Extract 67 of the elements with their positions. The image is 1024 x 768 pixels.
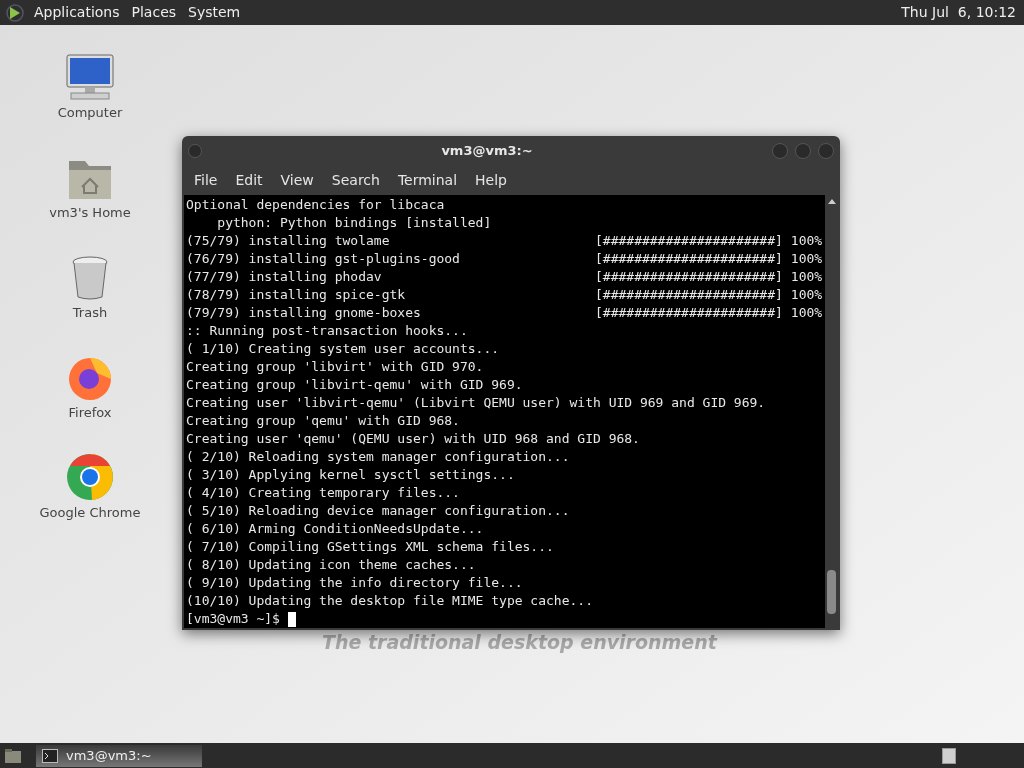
terminal-line: (78/79) installing spice-gtk xyxy=(186,286,407,304)
terminal-line: (10/10) Updating the desktop file MIME type cache... xyxy=(186,592,594,610)
panel-menu[interactable]: Places xyxy=(131,2,177,23)
terminal-line: python: Python bindings [installed] xyxy=(216,214,493,232)
terminal-line: Creating group 'libvirt-qemu' with GID 969. xyxy=(186,376,524,394)
terminal-line: Creating group 'qemu' with GID 968. xyxy=(186,412,461,430)
progress-percent: 100% xyxy=(790,286,823,304)
terminal-line: ( 7/10) Compiling GSettings XML schema files... xyxy=(186,538,555,556)
panel-menu[interactable]: Applications xyxy=(34,2,120,23)
menu-item[interactable]: View xyxy=(280,169,314,191)
maximize-button[interactable] xyxy=(795,142,811,159)
cursor xyxy=(287,611,296,627)
icon-label[interactable]: Google Chrome xyxy=(39,503,141,523)
terminal-line: ( 2/10) Reloading system manager configuration... xyxy=(186,448,571,466)
firefox-icon[interactable] xyxy=(67,355,113,401)
progress-bar-text: [######################] xyxy=(595,250,783,268)
taskbar-button[interactable]: vm3@vm3:~ xyxy=(36,744,202,767)
scrollbar[interactable] xyxy=(825,195,838,628)
terminal-line: ( 3/10) Applying kernel sysctl settings... xyxy=(186,466,516,484)
menu-item[interactable]: Edit xyxy=(235,169,263,191)
panel-menu[interactable]: System xyxy=(188,2,241,23)
icon-label[interactable]: Computer xyxy=(57,103,123,123)
wallpaper-text: The traditional desktop environment xyxy=(322,630,717,655)
terminal-line: Creating group 'libvirt' with GID 970. xyxy=(186,358,485,376)
progress-percent: 100% xyxy=(790,250,823,268)
shell-prompt: [vm3@vm3 ~]$ xyxy=(186,610,280,628)
show-desktop-icon[interactable] xyxy=(4,747,22,764)
terminal-line: :: Running post-transaction hooks... xyxy=(186,322,469,340)
progress-bar-text: [######################] xyxy=(595,232,783,250)
menu-item[interactable]: Search xyxy=(331,169,380,191)
terminal-line: ( 1/10) Creating system user accounts... xyxy=(186,340,501,358)
trash-icon[interactable] xyxy=(70,255,110,301)
menu-item[interactable]: File xyxy=(194,169,218,191)
terminal-line: (79/79) installing gnome-boxes xyxy=(186,304,422,322)
progress-bar-text: [######################] xyxy=(595,268,783,286)
progress-percent: 100% xyxy=(790,304,823,322)
workspace-switcher[interactable] xyxy=(942,747,956,764)
terminal-line: Creating user 'libvirt-qemu' (Libvirt QEMU user) with UID 969 and GID 969. xyxy=(186,394,767,412)
menu-item[interactable]: Help xyxy=(475,169,507,191)
terminal-line: (75/79) installing twolame xyxy=(186,232,391,250)
terminal-line: Optional dependencies for libcaca xyxy=(186,196,446,214)
terminal-line: ( 5/10) Reloading device manager configuration... xyxy=(186,502,571,520)
progress-bar-text: [######################] xyxy=(595,286,783,304)
icon-label[interactable]: Trash xyxy=(72,303,108,323)
scroll-up-icon[interactable] xyxy=(827,199,836,204)
terminal-line: ( 4/10) Creating temporary files... xyxy=(186,484,461,502)
terminal-line: ( 8/10) Updating icon theme caches... xyxy=(186,556,477,574)
terminal-line: (76/79) installing gst-plugins-good xyxy=(186,250,461,268)
clock[interactable]: Thu Jul 6, 10:12 xyxy=(901,2,1016,23)
scrollbar-thumb[interactable] xyxy=(827,570,836,614)
chrome-icon[interactable] xyxy=(66,453,114,501)
progress-percent: 100% xyxy=(790,232,823,250)
window-title: vm3@vm3:~ xyxy=(440,142,534,160)
terminal-line: (77/79) installing phodav xyxy=(186,268,383,286)
terminal-icon xyxy=(42,748,58,763)
icon-label[interactable]: Firefox xyxy=(68,403,112,423)
progress-bar-text: [######################] xyxy=(595,304,783,322)
minimize-button[interactable] xyxy=(772,142,788,159)
logo-icon[interactable] xyxy=(4,2,26,23)
monitor-icon[interactable] xyxy=(65,53,115,101)
terminal-line: ( 9/10) Updating the info directory file... xyxy=(186,574,524,592)
terminal-line: Creating user 'qemu' (QEMU user) with UID 968 and GID 968. xyxy=(186,430,641,448)
progress-percent: 100% xyxy=(790,268,823,286)
terminal-line: ( 6/10) Arming ConditionNeedsUpdate... xyxy=(186,520,485,538)
close-button[interactable] xyxy=(818,142,834,159)
menu-item[interactable]: Terminal xyxy=(397,169,458,191)
icon-label[interactable]: vm3's Home xyxy=(49,203,131,223)
